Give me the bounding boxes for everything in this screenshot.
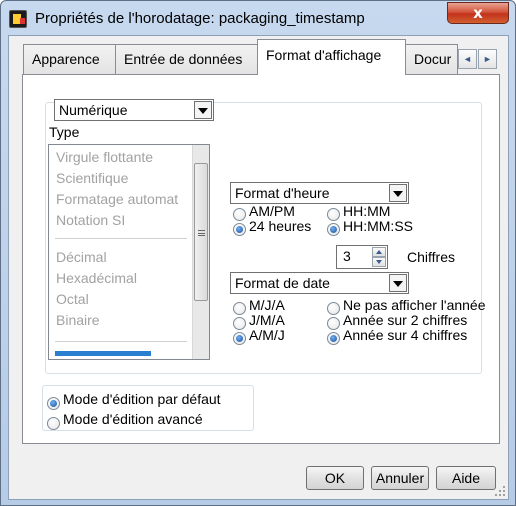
radio-a-m-j-label: A/M/J (249, 327, 285, 343)
labview-app-icon (9, 10, 27, 28)
chevron-down-icon[interactable] (389, 184, 407, 202)
radio-m-j-a-label: M/J/A (249, 297, 285, 313)
tab-apparence[interactable]: Apparence (23, 44, 116, 74)
close-button[interactable]: x (447, 2, 509, 24)
radio-a-m-j[interactable] (233, 332, 246, 345)
radio-annee-4-chiffres[interactable] (327, 332, 340, 345)
properties-dialog: Propriétés de l'horodatage: packaging_ti… (0, 0, 516, 506)
tab-documentation[interactable]: Docur (405, 44, 458, 74)
date-format-select[interactable]: Format de date (230, 272, 409, 294)
radio-m-j-a[interactable] (233, 302, 246, 315)
list-item-decimal[interactable]: Décimal (56, 249, 107, 265)
list-item-hexadecimal[interactable]: Hexadécimal (56, 270, 137, 286)
tab-scroll-left-icon[interactable]: ◄ (458, 49, 477, 69)
radio-24-heures-label: 24 heures (249, 218, 312, 234)
list-item-binaire[interactable]: Binaire (56, 312, 100, 328)
dialog-client-area: Apparence Entrée de données Format d'aff… (8, 35, 509, 500)
ok-button[interactable]: OK (306, 466, 364, 490)
chevron-down-icon[interactable] (389, 274, 407, 292)
tab-format-d-affichage[interactable]: Format d'affichage (257, 39, 406, 75)
list-scrollbar[interactable] (192, 145, 209, 359)
list-separator (55, 238, 187, 239)
radio-annee-4-chiffres-label: Année sur 4 chiffres (343, 327, 468, 343)
scrollbar-thumb[interactable] (194, 163, 208, 301)
radio-mode-edition-avance[interactable] (47, 417, 60, 430)
radio-ne-pas-afficher-annee-label: Ne pas afficher l'année (343, 297, 486, 313)
radio-mode-edition-avance-label: Mode d'édition avancé (63, 411, 203, 427)
date-format-select-value: Format de date (235, 275, 330, 291)
window-title: Propriétés de l'horodatage: packaging_ti… (35, 10, 365, 27)
radio-24-heures[interactable] (233, 223, 246, 236)
time-format-select[interactable]: Format d'heure (230, 182, 409, 204)
radio-annee-2-chiffres[interactable] (327, 317, 340, 330)
radio-j-m-a[interactable] (233, 317, 246, 330)
radio-am-pm[interactable] (233, 208, 246, 221)
radio-mode-edition-defaut[interactable] (47, 397, 60, 410)
category-select[interactable]: Numérique (54, 99, 214, 121)
type-label: Type (49, 124, 80, 140)
format-tab-panel: Numérique Type Virgule flottante Scienti… (22, 74, 500, 444)
cancel-button[interactable]: Annuler (371, 466, 429, 490)
list-item-notation-si[interactable]: Notation SI (56, 212, 125, 228)
grip-icon (198, 230, 205, 236)
resize-grip-icon[interactable] (494, 485, 506, 497)
time-format-select-value: Format d'heure (235, 185, 330, 201)
title-bar[interactable]: Propriétés de l'horodatage: packaging_ti… (1, 1, 515, 35)
list-selection-bar (55, 351, 151, 356)
decrement-icon[interactable] (372, 257, 386, 267)
list-item-virgule-flottante[interactable]: Virgule flottante (56, 149, 153, 165)
radio-hh-mm[interactable] (327, 208, 340, 221)
radio-ne-pas-afficher-annee[interactable] (327, 302, 340, 315)
tab-entree-de-donnees[interactable]: Entrée de données (115, 44, 258, 74)
digits-value[interactable]: 3 (343, 248, 351, 264)
chevron-down-icon[interactable] (194, 101, 212, 119)
radio-annee-2-chiffres-label: Année sur 2 chiffres (343, 312, 468, 328)
radio-mode-edition-defaut-label: Mode d'édition par défaut (63, 391, 221, 407)
list-item-octal[interactable]: Octal (56, 291, 89, 307)
radio-hh-mm-ss-label: HH:MM:SS (343, 218, 413, 234)
digits-label: Chiffres (407, 249, 455, 265)
tab-scroll-right-icon[interactable]: ► (478, 49, 497, 69)
digits-stepper[interactable]: 3 (336, 245, 388, 269)
radio-hh-mm-ss[interactable] (327, 223, 340, 236)
help-button[interactable]: Aide (436, 466, 496, 490)
increment-icon[interactable] (372, 247, 386, 257)
list-separator (55, 341, 187, 342)
type-listbox[interactable]: Virgule flottante Scientifique Formatage… (48, 144, 210, 360)
radio-hh-mm-label: HH:MM (343, 203, 391, 219)
category-select-value: Numérique (59, 102, 128, 118)
list-item-formatage-automatique[interactable]: Formatage automat (56, 191, 178, 207)
radio-j-m-a-label: J/M/A (249, 312, 285, 328)
list-item-scientifique[interactable]: Scientifique (56, 170, 128, 186)
radio-am-pm-label: AM/PM (249, 203, 295, 219)
